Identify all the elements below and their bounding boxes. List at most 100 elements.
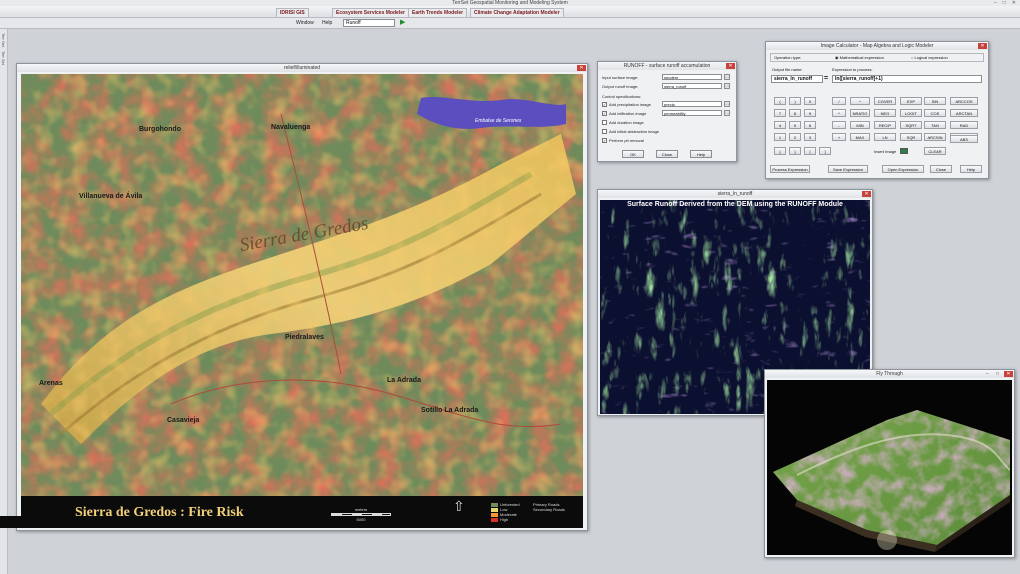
- calc-key[interactable]: SQRT: [900, 121, 922, 129]
- calc-key[interactable]: 1: [774, 133, 786, 141]
- calc-key[interactable]: +: [832, 133, 846, 141]
- map-window-titlebar[interactable]: relief/illuminated ✕: [17, 64, 587, 72]
- calc-key[interactable]: }: [789, 147, 801, 155]
- radio-logic[interactable]: ○ Logical expression: [911, 54, 948, 62]
- calc-key[interactable]: ]: [819, 147, 831, 155]
- calc-key[interactable]: RECIP: [874, 121, 896, 129]
- calc-key[interactable]: 0: [804, 97, 816, 105]
- close-icon[interactable]: ✕: [1004, 371, 1013, 377]
- calc-key[interactable]: 5: [789, 121, 801, 129]
- play-icon[interactable]: ▶: [400, 19, 405, 27]
- close-button[interactable]: Close: [930, 165, 952, 173]
- calc-key[interactable]: 6: [804, 121, 816, 129]
- calc-key[interactable]: ARCTAN: [950, 109, 978, 117]
- map-window[interactable]: relief/illuminated ✕ Embalse de Serones …: [16, 63, 588, 531]
- calc-key[interactable]: TAN: [924, 121, 946, 129]
- fire-risk-map[interactable]: Embalse de Serones Sierra de Gredos Burg…: [21, 74, 583, 496]
- calc-key[interactable]: ^: [850, 97, 870, 105]
- close-icon[interactable]: ✕: [726, 63, 735, 69]
- option-duration[interactable]: Add duration image: [602, 120, 644, 125]
- calc-key[interactable]: 2: [789, 133, 801, 141]
- option-abstraction[interactable]: Add initial abstraction image: [602, 129, 659, 134]
- close-icon[interactable]: ✕: [862, 191, 871, 197]
- window-controls[interactable]: – □: [986, 370, 1002, 378]
- menu-ecosystem-services[interactable]: Ecosystem Services Modeler: [332, 8, 409, 18]
- calc-key[interactable]: 9: [804, 109, 816, 117]
- menu-window[interactable]: Window: [296, 20, 314, 26]
- checkbox-checked[interactable]: ✓: [602, 138, 607, 143]
- output-runoff-field[interactable]: sierra_runoff: [662, 83, 722, 89]
- calc-key[interactable]: ARCSIN: [924, 133, 946, 141]
- help-button[interactable]: Help: [960, 165, 982, 173]
- runoff-image-titlebar[interactable]: sierra_ln_runoff ✕: [598, 190, 872, 198]
- calc-key[interactable]: {: [774, 147, 786, 155]
- browse-button[interactable]: …: [724, 83, 730, 89]
- radio-math[interactable]: ◉ Mathematical expression: [835, 54, 884, 62]
- precip-field[interactable]: precip: [662, 101, 722, 107]
- calc-key[interactable]: LOGIT: [900, 109, 922, 117]
- calc-key[interactable]: EXP: [900, 97, 922, 105]
- expression-field[interactable]: ln([sierra_runoff]+1): [832, 75, 982, 83]
- fly-through-window[interactable]: Fly Through – □ ✕: [764, 369, 1015, 558]
- menu-climate-change[interactable]: Climate Change Adaptation Modeler: [470, 8, 564, 18]
- image-calculator-window[interactable]: Image Calculator - Map Algebra and Logic…: [765, 41, 989, 179]
- input-surface-field[interactable]: seudem: [662, 74, 722, 80]
- calc-key[interactable]: /: [832, 97, 846, 105]
- fly-through-titlebar[interactable]: Fly Through – □ ✕: [765, 370, 1014, 378]
- clear-button[interactable]: CLEAR: [924, 147, 946, 155]
- calc-key[interactable]: 4: [774, 121, 786, 129]
- module-combo[interactable]: Runoff: [343, 19, 395, 27]
- close-button[interactable]: Close: [656, 150, 678, 158]
- save-expression-button[interactable]: Save Expression: [828, 165, 868, 173]
- calc-key[interactable]: MAX: [850, 133, 870, 141]
- option-precipitation[interactable]: ✓ Add precipitation image: [602, 102, 651, 107]
- calc-key[interactable]: 8: [789, 109, 801, 117]
- calc-key[interactable]: COVER: [874, 97, 896, 105]
- help-button[interactable]: Help: [690, 150, 712, 158]
- browse-button[interactable]: …: [724, 74, 730, 80]
- close-icon[interactable]: ✕: [978, 43, 987, 49]
- close-icon[interactable]: ✕: [577, 65, 586, 71]
- checkbox-unchecked[interactable]: [602, 120, 607, 125]
- menu-idrisi[interactable]: IDRISI GIS: [276, 8, 309, 18]
- calc-key[interactable]: RAD: [950, 121, 978, 129]
- calc-key[interactable]: SQR: [900, 133, 922, 141]
- browse-button[interactable]: …: [724, 110, 730, 116]
- menu-help[interactable]: Help: [322, 20, 332, 26]
- process-expression-button[interactable]: Process Expression: [770, 165, 810, 173]
- insert-image-button[interactable]: [900, 148, 908, 154]
- runoff-dialog-titlebar[interactable]: RUNOFF - surface runoff accumulation ✕: [598, 62, 736, 70]
- calc-key[interactable]: 7: [774, 109, 786, 117]
- calc-key[interactable]: SIN: [924, 97, 946, 105]
- menu-earth-trends[interactable]: Earth Trends Modeler: [408, 8, 468, 18]
- checkbox-checked[interactable]: ✓: [602, 102, 607, 107]
- calc-key[interactable]: ARCCOS: [950, 97, 978, 105]
- calc-key[interactable]: NRATIO: [850, 109, 870, 117]
- open-expression-button[interactable]: Open Expression: [882, 165, 924, 173]
- insert-image-label: Insert Image: [874, 149, 897, 154]
- infiltration-field[interactable]: permeability: [662, 110, 722, 116]
- calc-key[interactable]: LN: [874, 133, 896, 141]
- calc-key[interactable]: (: [774, 97, 786, 105]
- calc-key[interactable]: MIN: [850, 121, 870, 129]
- option-infiltration[interactable]: ✓ Add infiltration image: [602, 111, 646, 116]
- ok-button[interactable]: OK: [622, 150, 644, 158]
- calc-key[interactable]: *: [832, 109, 846, 117]
- calc-key[interactable]: ): [789, 97, 801, 105]
- legend-swatch: [491, 517, 498, 522]
- option-label: Add initial abstraction image: [609, 129, 660, 134]
- terrain-3d-view[interactable]: [767, 380, 1012, 555]
- checkbox-unchecked[interactable]: [602, 129, 607, 134]
- output-file-field[interactable]: sierra_ln_runoff: [771, 75, 823, 83]
- calculator-titlebar[interactable]: Image Calculator - Map Algebra and Logic…: [766, 42, 988, 50]
- runoff-dialog[interactable]: RUNOFF - surface runoff accumulation ✕ I…: [597, 61, 737, 162]
- calc-key[interactable]: COS: [924, 109, 946, 117]
- option-pit-removal[interactable]: ✓ Perform pit removal: [602, 138, 644, 143]
- calc-key[interactable]: 3: [804, 133, 816, 141]
- calc-key[interactable]: NEG: [874, 109, 896, 117]
- browse-button[interactable]: …: [724, 101, 730, 107]
- abs-button[interactable]: ABS: [950, 135, 978, 143]
- checkbox-checked[interactable]: ✓: [602, 111, 607, 116]
- calc-key[interactable]: -: [832, 121, 846, 129]
- calc-key[interactable]: [: [804, 147, 816, 155]
